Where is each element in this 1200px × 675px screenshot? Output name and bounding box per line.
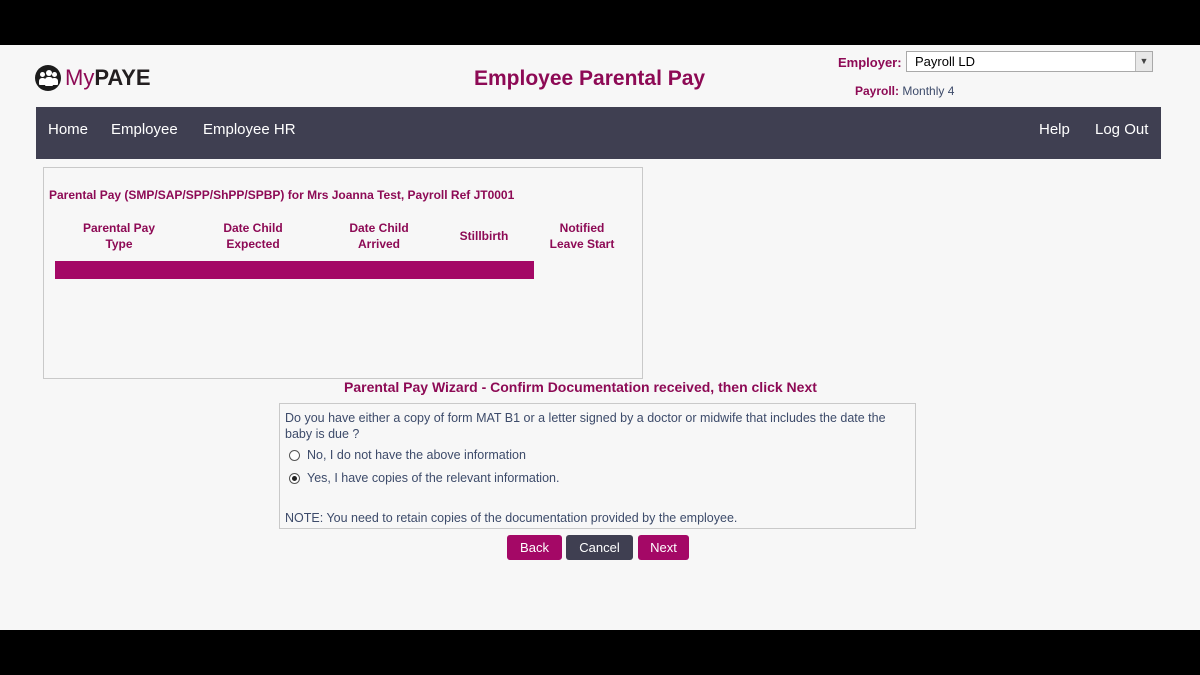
option-yes-label: Yes, I have copies of the relevant infor…	[307, 471, 560, 485]
cancel-button[interactable]: Cancel	[566, 535, 633, 560]
logo-text: MyPAYE	[65, 65, 151, 90]
parental-pay-panel: Parental Pay (SMP/SAP/SPP/ShPP/SPBP) for…	[43, 167, 643, 379]
employer-select[interactable]: Payroll LD ▼	[906, 51, 1153, 72]
wizard-box: Do you have either a copy of form MAT B1…	[279, 403, 916, 529]
column-header-date-expected: Date Child Expected	[223, 221, 283, 251]
nav-employee[interactable]: Employee	[111, 107, 178, 159]
nav-help[interactable]: Help	[1039, 107, 1070, 159]
wizard-question: Do you have either a copy of form MAT B1…	[285, 411, 886, 441]
radio-no[interactable]	[289, 449, 300, 461]
mypaye-logo[interactable]: MyPAYE	[35, 65, 151, 91]
table-header-bar	[55, 261, 534, 279]
wizard-note: NOTE: You need to retain copies of the d…	[285, 511, 738, 525]
parental-pay-title: Parental Pay (SMP/SAP/SPP/ShPP/SPBP) for…	[49, 188, 515, 202]
payroll-value: Monthly 4	[902, 84, 955, 98]
employer-label: Employer:	[838, 55, 902, 70]
wizard-title: Parental Pay Wizard - Confirm Documentat…	[344, 379, 817, 395]
back-button[interactable]: Back	[507, 535, 562, 560]
column-header-pay-type: Parental Pay Type	[82, 221, 156, 251]
nav-home[interactable]: Home	[48, 107, 88, 159]
next-button[interactable]: Next	[638, 535, 689, 560]
payroll-label: Payroll:	[855, 84, 900, 98]
main-navbar: Home Employee Employee HR Help Log Out	[36, 107, 1161, 159]
nav-employee-hr[interactable]: Employee HR	[203, 107, 296, 159]
page-title: Employee Parental Pay	[474, 67, 706, 90]
option-no[interactable]: No, I do not have the above information	[289, 448, 526, 462]
employer-select-value: Payroll LD	[915, 54, 975, 69]
chevron-down-icon[interactable]: ▼	[1135, 52, 1152, 71]
payroll-info: Payroll: Monthly 4	[855, 84, 954, 98]
option-yes[interactable]: Yes, I have copies of the relevant infor…	[289, 471, 559, 485]
column-header-leave-start: Notified Leave Start	[549, 221, 615, 251]
column-header-stillbirth: Stillbirth	[459, 229, 509, 243]
people-group-icon	[35, 65, 61, 91]
nav-log-out[interactable]: Log Out	[1095, 107, 1148, 159]
radio-yes[interactable]	[289, 472, 300, 484]
app-screen: MyPAYE Employee Parental Pay Employer: P…	[0, 45, 1200, 630]
option-no-label: No, I do not have the above information	[307, 448, 526, 462]
column-header-date-arrived: Date Child Arrived	[349, 221, 409, 251]
